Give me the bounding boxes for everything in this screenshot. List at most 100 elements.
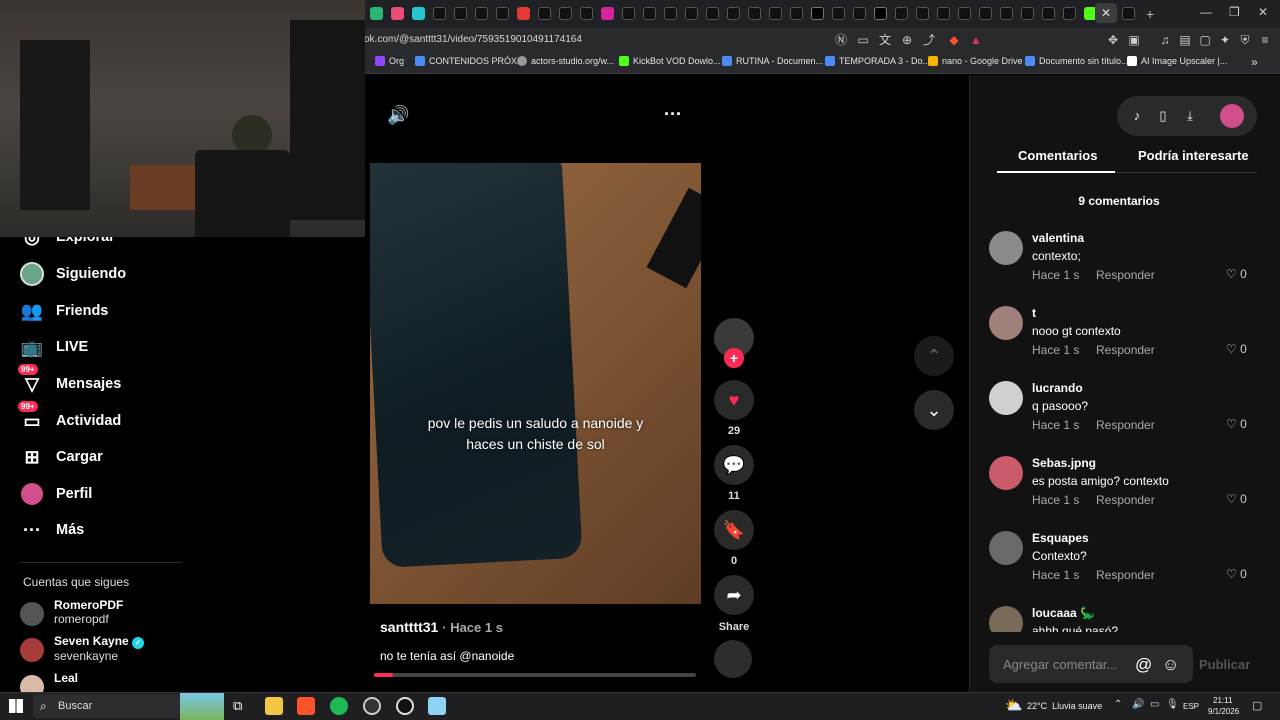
comment-user[interactable]: valentina xyxy=(1032,231,1084,245)
leo-ai-icon[interactable]: ✦ xyxy=(1218,33,1232,47)
bookmark-item[interactable]: Org xyxy=(375,56,404,66)
sidebar-item-mensajes[interactable]: ▽ 99+ Mensajes xyxy=(18,364,121,398)
tiktok-tab-icon[interactable] xyxy=(727,7,740,20)
maximize-icon[interactable]: ❐ xyxy=(1229,5,1240,19)
x-tab-icon[interactable] xyxy=(874,7,887,20)
avatar[interactable] xyxy=(989,231,1023,265)
tiktok-tab-icon[interactable] xyxy=(1042,7,1055,20)
weather-label[interactable]: 22°C Lluvia suave xyxy=(1027,701,1102,711)
wallet-icon[interactable]: ▢ xyxy=(1198,33,1212,47)
tiktok-tab-icon[interactable] xyxy=(538,7,551,20)
media-icon[interactable]: ♫ xyxy=(1158,33,1172,47)
tiktok-tab-icon[interactable] xyxy=(496,7,509,20)
tiktok-tab-icon[interactable] xyxy=(1122,7,1135,20)
comment-user[interactable]: loucaaa 🦕 xyxy=(1032,606,1095,620)
emoji-icon[interactable]: ☺ xyxy=(1162,655,1179,675)
new-tab-icon[interactable]: + xyxy=(1146,6,1154,22)
comment-user[interactable]: t xyxy=(1032,306,1036,320)
tiktok-tab-icon[interactable] xyxy=(475,7,488,20)
tiktok-tab-icon[interactable] xyxy=(748,7,761,20)
tiktok-tab-icon[interactable] xyxy=(454,7,467,20)
spotify-icon[interactable] xyxy=(330,697,348,715)
comment-like[interactable]: ♡ 0 xyxy=(1226,342,1247,356)
sidebar-toggle-icon[interactable]: ▤ xyxy=(1178,33,1192,47)
video-progress-bar[interactable] xyxy=(374,673,696,677)
sound-disc-icon[interactable] xyxy=(714,640,752,678)
minimize-icon[interactable]: — xyxy=(1200,5,1212,19)
share-button[interactable]: ➦ xyxy=(714,575,754,615)
bookmark-item[interactable]: Documento sin título... xyxy=(1025,56,1129,66)
phone-icon[interactable]: ▯ xyxy=(1155,108,1171,124)
tiktok-tab-icon[interactable] xyxy=(937,7,950,20)
avatar[interactable] xyxy=(989,531,1023,565)
previous-video-button[interactable]: ⌃ xyxy=(914,336,954,376)
tiktok-tab-icon[interactable] xyxy=(664,7,677,20)
tiktok-logo-icon[interactable]: ♪ xyxy=(1129,108,1145,124)
windows-start-icon[interactable] xyxy=(9,699,23,713)
reply-button[interactable]: Responder xyxy=(1096,268,1155,282)
extensions-icon[interactable]: ✥ xyxy=(1106,33,1120,47)
translate-icon[interactable]: 文 xyxy=(878,33,892,47)
active-tab-close-icon[interactable]: ✕ xyxy=(1095,3,1117,23)
tiktok-tab-icon[interactable] xyxy=(979,7,992,20)
mention-icon[interactable]: @ xyxy=(1135,655,1152,675)
x-tab-icon[interactable] xyxy=(811,7,824,20)
publish-button[interactable]: Publicar xyxy=(1199,657,1250,672)
avatar[interactable] xyxy=(989,306,1023,340)
reader-mode-icon[interactable]: Ⓝ xyxy=(834,33,848,47)
tiktok-tab-icon[interactable] xyxy=(958,7,971,20)
volume-tray-icon[interactable]: 🔊 xyxy=(1132,699,1144,710)
url-field[interactable]: ok.com/@santttt31/video/7593519010491174… xyxy=(364,34,582,45)
tiktok-tab-icon[interactable] xyxy=(1063,7,1076,20)
youtube-tab-icon[interactable] xyxy=(517,7,530,20)
download-icon[interactable]: ⤓ xyxy=(1182,108,1198,124)
video-more-options-icon[interactable]: ··· xyxy=(664,104,682,125)
like-button[interactable]: ♥ xyxy=(714,380,754,420)
tab-podria-interesarte[interactable]: Podría interesarte xyxy=(1138,148,1249,163)
tiktok-tab-icon[interactable] xyxy=(1000,7,1013,20)
sidebar-item-cargar[interactable]: ⊞ Cargar xyxy=(20,443,102,471)
sidebar-item-mas[interactable]: ··· Más xyxy=(20,516,84,544)
notifications-icon[interactable]: ▢ xyxy=(1252,699,1262,712)
bookmarks-overflow-icon[interactable]: » xyxy=(1251,55,1258,69)
brave-browser-icon[interactable] xyxy=(297,697,315,715)
sidebar-item-friends[interactable]: 👥 Friends xyxy=(20,297,109,325)
tiktok-tab-icon[interactable] xyxy=(832,7,845,20)
save-button[interactable]: 🔖 xyxy=(714,510,754,550)
tiktok-tab-icon[interactable] xyxy=(895,7,908,20)
bookmark-item[interactable]: RUTINA - Documen... xyxy=(722,56,823,66)
tab-comentarios[interactable]: Comentarios xyxy=(1018,148,1097,163)
bookmark-item[interactable]: KickBot VOD Dowlo... xyxy=(619,56,721,66)
file-explorer-icon[interactable] xyxy=(265,697,283,715)
sidebar-item-perfil[interactable]: Perfil xyxy=(20,480,92,508)
sidebar-item-siguiendo[interactable]: Siguiendo xyxy=(20,260,126,288)
network-icon[interactable]: ▭ xyxy=(1150,699,1159,710)
cast-icon[interactable]: ▭ xyxy=(856,33,870,47)
vpn-icon[interactable]: ⛨ xyxy=(1238,33,1252,47)
share-icon[interactable]: ⤴ xyxy=(922,33,936,47)
menu-icon[interactable]: ≡ xyxy=(1258,33,1272,47)
capcut-icon[interactable] xyxy=(396,697,414,715)
bookmark-item[interactable]: nano - Google Drive xyxy=(928,56,1023,66)
tiktok-tab-icon[interactable] xyxy=(559,7,572,20)
bookmark-item[interactable]: actors-studio.org/w... xyxy=(517,56,614,66)
tiktok-tab-icon[interactable] xyxy=(622,7,635,20)
comment-like[interactable]: ♡ 0 xyxy=(1226,492,1247,506)
instagram-tab-icon[interactable] xyxy=(601,7,614,20)
tray-overflow-icon[interactable]: ⌃ xyxy=(1114,699,1122,710)
clock-date[interactable]: 9/1/2026 xyxy=(1208,707,1239,716)
reply-button[interactable]: Responder xyxy=(1096,493,1155,507)
brave-shield-icon[interactable]: ◆ xyxy=(947,33,961,47)
comment-like[interactable]: ♡ 0 xyxy=(1226,417,1247,431)
video-player[interactable] xyxy=(370,163,701,604)
tab-favicon[interactable] xyxy=(412,7,425,20)
tiktok-tab-icon[interactable] xyxy=(580,7,593,20)
reply-button[interactable]: Responder xyxy=(1096,568,1155,582)
sidebar-item-live[interactable]: 📺 LIVE xyxy=(20,333,88,361)
user-avatar[interactable] xyxy=(1220,104,1244,128)
followed-account[interactable]: RomeroPDF romeropdf xyxy=(20,598,123,626)
tiktok-tab-icon[interactable] xyxy=(433,7,446,20)
tiktok-tab-icon[interactable] xyxy=(916,7,929,20)
mic-icon[interactable]: 🎙 xyxy=(1166,699,1179,710)
avatar[interactable] xyxy=(989,456,1023,490)
